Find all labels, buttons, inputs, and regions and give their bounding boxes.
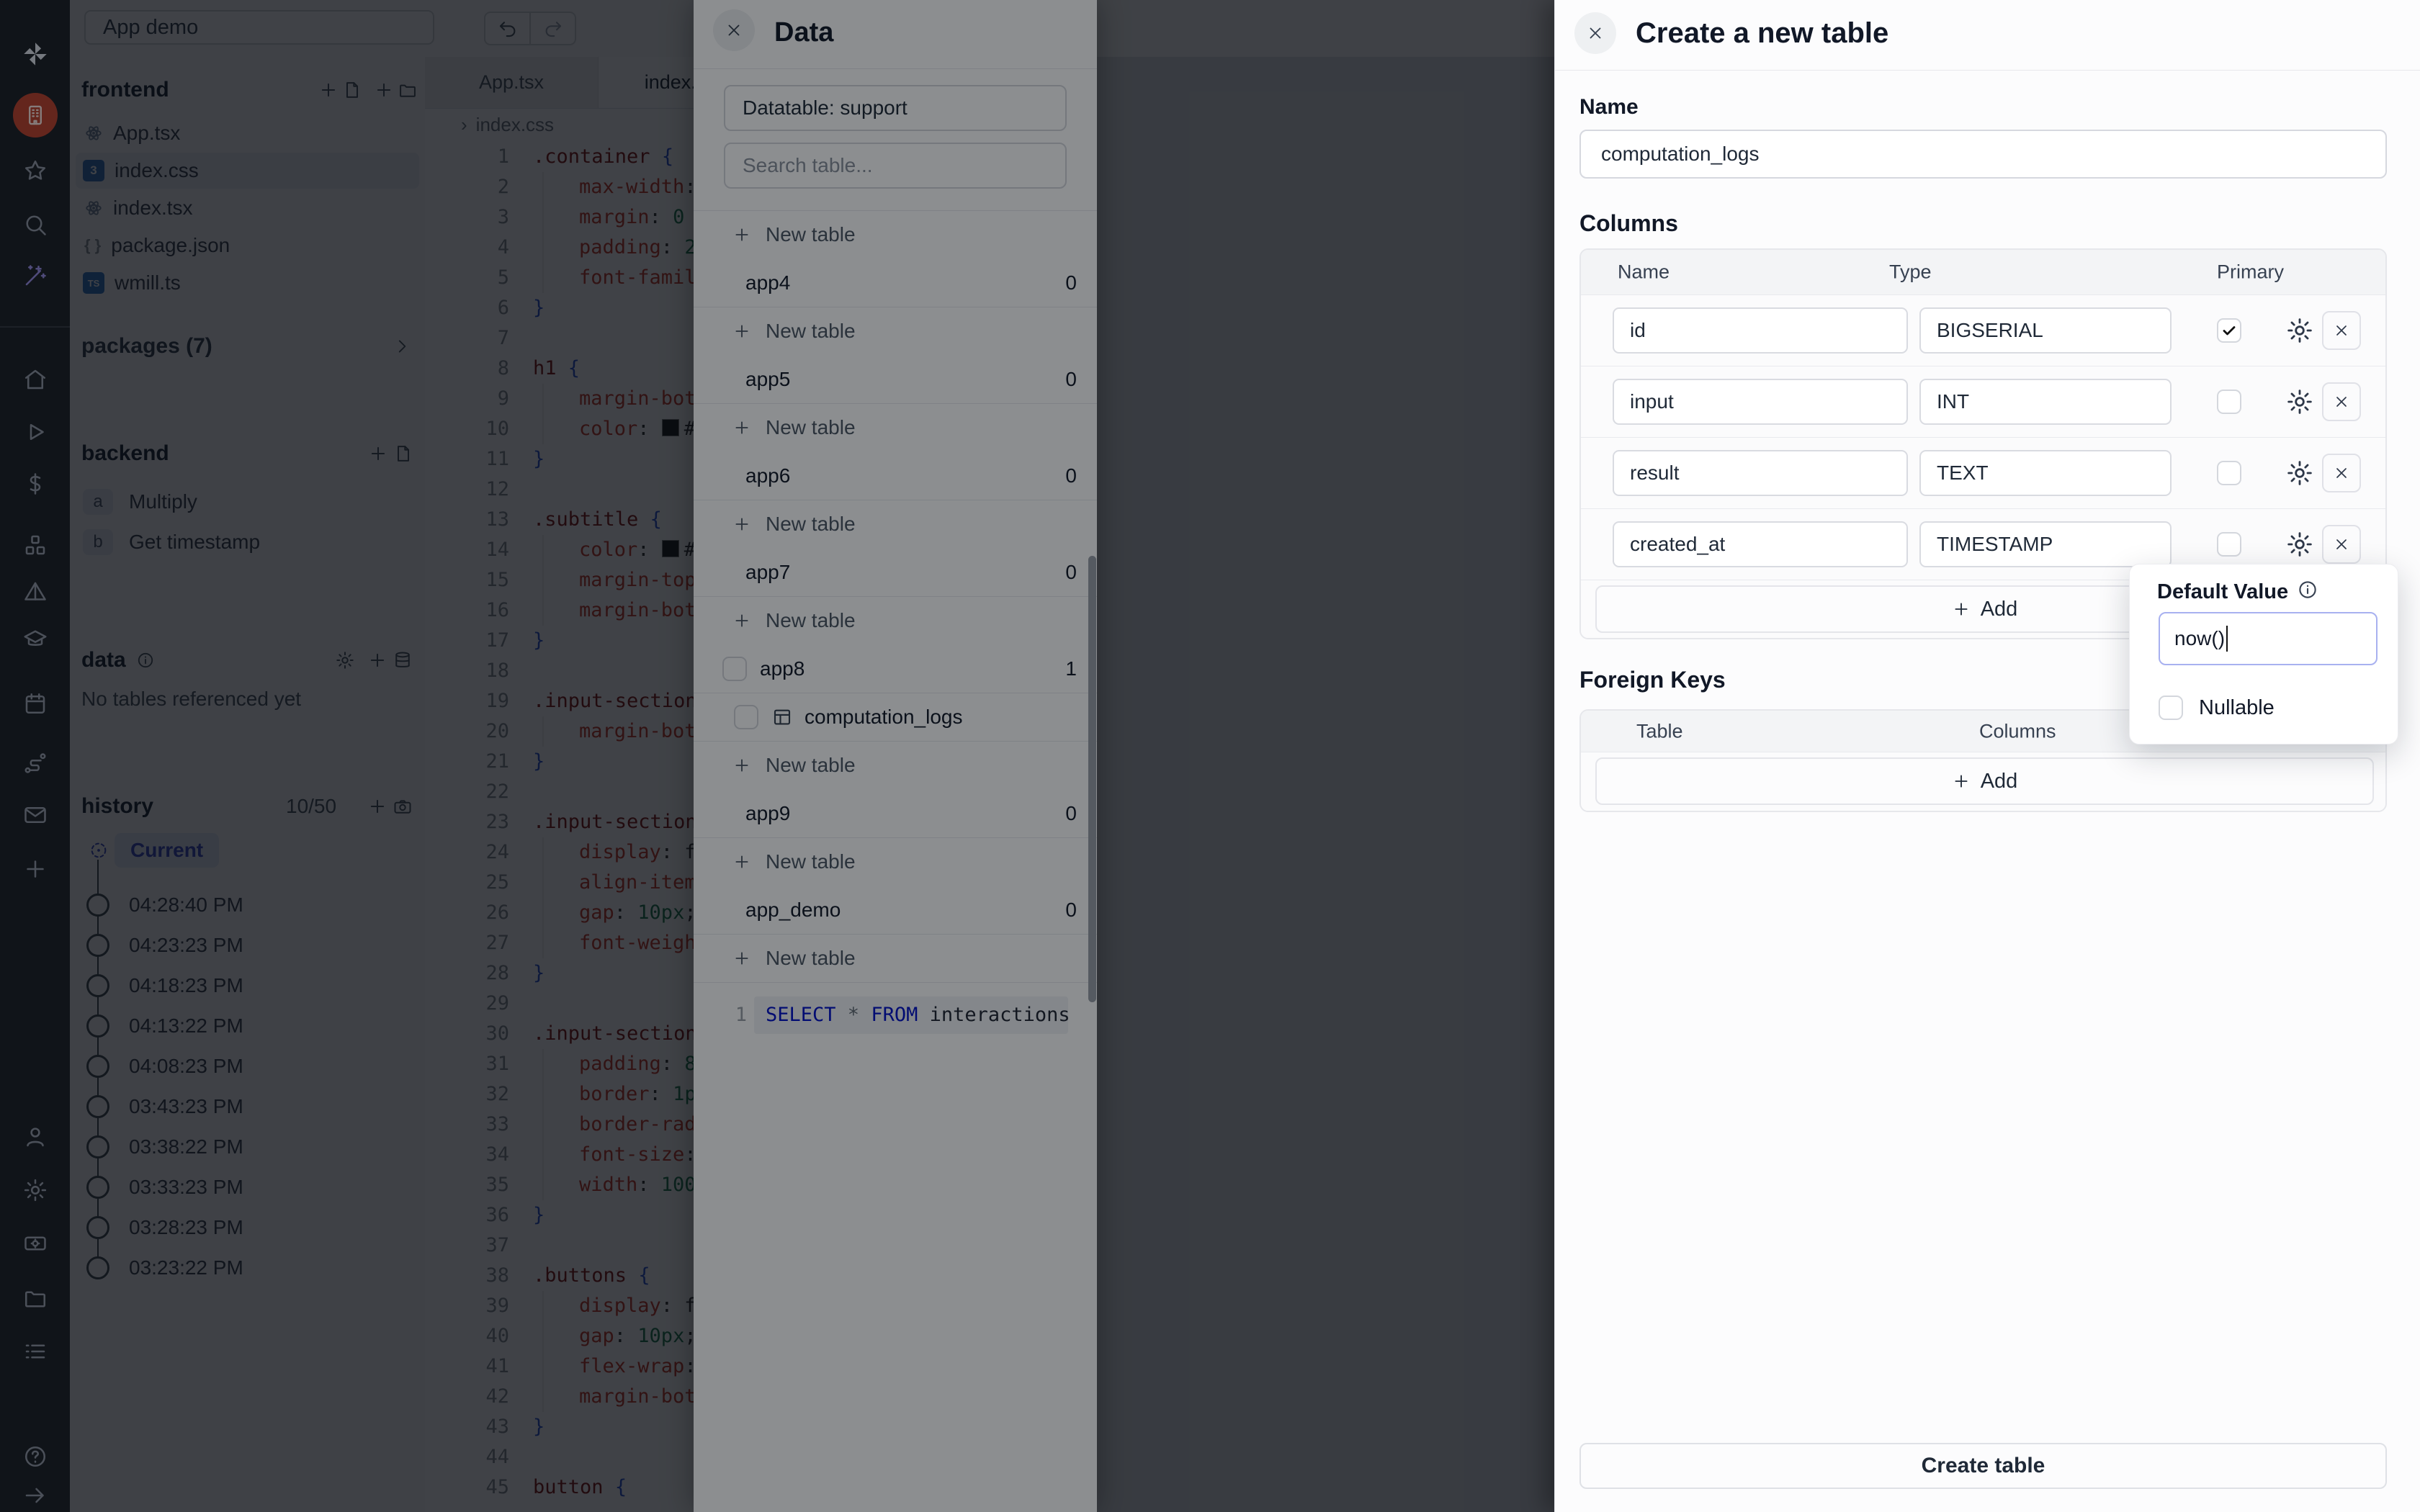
column-name-input[interactable]: id	[1613, 307, 1908, 354]
add-fk-row: Add	[1581, 752, 2385, 811]
close-icon[interactable]	[1574, 12, 1616, 54]
column-row-input: inputINT	[1581, 366, 2385, 438]
default-value-input[interactable]: now()	[2159, 612, 2378, 665]
nullable-checkbox[interactable]	[2159, 696, 2183, 720]
primary-checkbox[interactable]	[2217, 318, 2241, 343]
name-label: Name	[1579, 95, 1639, 120]
default-value-label: Default Value	[2157, 580, 2288, 604]
remove-column-icon[interactable]	[2322, 454, 2361, 492]
column-name-input[interactable]: input	[1613, 379, 1908, 425]
col-header-name: Name	[1618, 261, 1670, 284]
drawer-title: Create a new table	[1636, 17, 1888, 50]
foreign-keys-label: Foreign Keys	[1579, 667, 1726, 693]
column-row-result: resultTEXT	[1581, 438, 2385, 509]
column-row-id: idBIGSERIAL	[1581, 295, 2385, 366]
column-type-input[interactable]: INT	[1919, 379, 2172, 425]
plus-icon	[1952, 600, 1971, 618]
columns-label: Columns	[1579, 210, 1678, 237]
primary-checkbox[interactable]	[2217, 532, 2241, 557]
column-settings-gear-icon[interactable]	[2285, 316, 2314, 345]
fk-header-columns: Columns	[1979, 720, 2056, 742]
columns-table-header: Name Type Primary	[1581, 250, 2385, 295]
fk-header-table: Table	[1636, 720, 1683, 742]
table-name-input[interactable]: computation_logs	[1579, 130, 2387, 179]
column-type-input[interactable]: TEXT	[1919, 450, 2172, 496]
text-caret	[2226, 626, 2228, 652]
column-settings-gear-icon[interactable]	[2285, 459, 2314, 487]
col-header-primary: Primary	[2217, 261, 2284, 284]
primary-checkbox[interactable]	[2217, 461, 2241, 485]
column-settings-gear-icon[interactable]	[2285, 530, 2314, 559]
remove-column-icon[interactable]	[2322, 382, 2361, 421]
add-foreign-key-button[interactable]: Add	[1595, 757, 2374, 805]
primary-checkbox[interactable]	[2217, 390, 2241, 414]
column-name-input[interactable]: created_at	[1613, 521, 1908, 567]
column-type-input[interactable]: TIMESTAMP	[1919, 521, 2172, 567]
create-table-button[interactable]: Create table	[1579, 1443, 2387, 1489]
remove-column-icon[interactable]	[2322, 525, 2361, 564]
dim-overlay-drawer	[0, 0, 1554, 1512]
remove-column-icon[interactable]	[2322, 311, 2361, 350]
plus-icon	[1952, 772, 1971, 791]
default-value-popup: Default Value now() Nullable	[2129, 564, 2398, 744]
col-header-type: Type	[1889, 261, 1932, 284]
column-name-input[interactable]: result	[1613, 450, 1908, 496]
nullable-label: Nullable	[2199, 696, 2275, 720]
info-icon[interactable]	[2297, 579, 2318, 600]
create-table-drawer: Create a new table Name computation_logs…	[1554, 0, 2420, 1512]
column-type-input[interactable]: BIGSERIAL	[1919, 307, 2172, 354]
column-settings-gear-icon[interactable]	[2285, 387, 2314, 416]
